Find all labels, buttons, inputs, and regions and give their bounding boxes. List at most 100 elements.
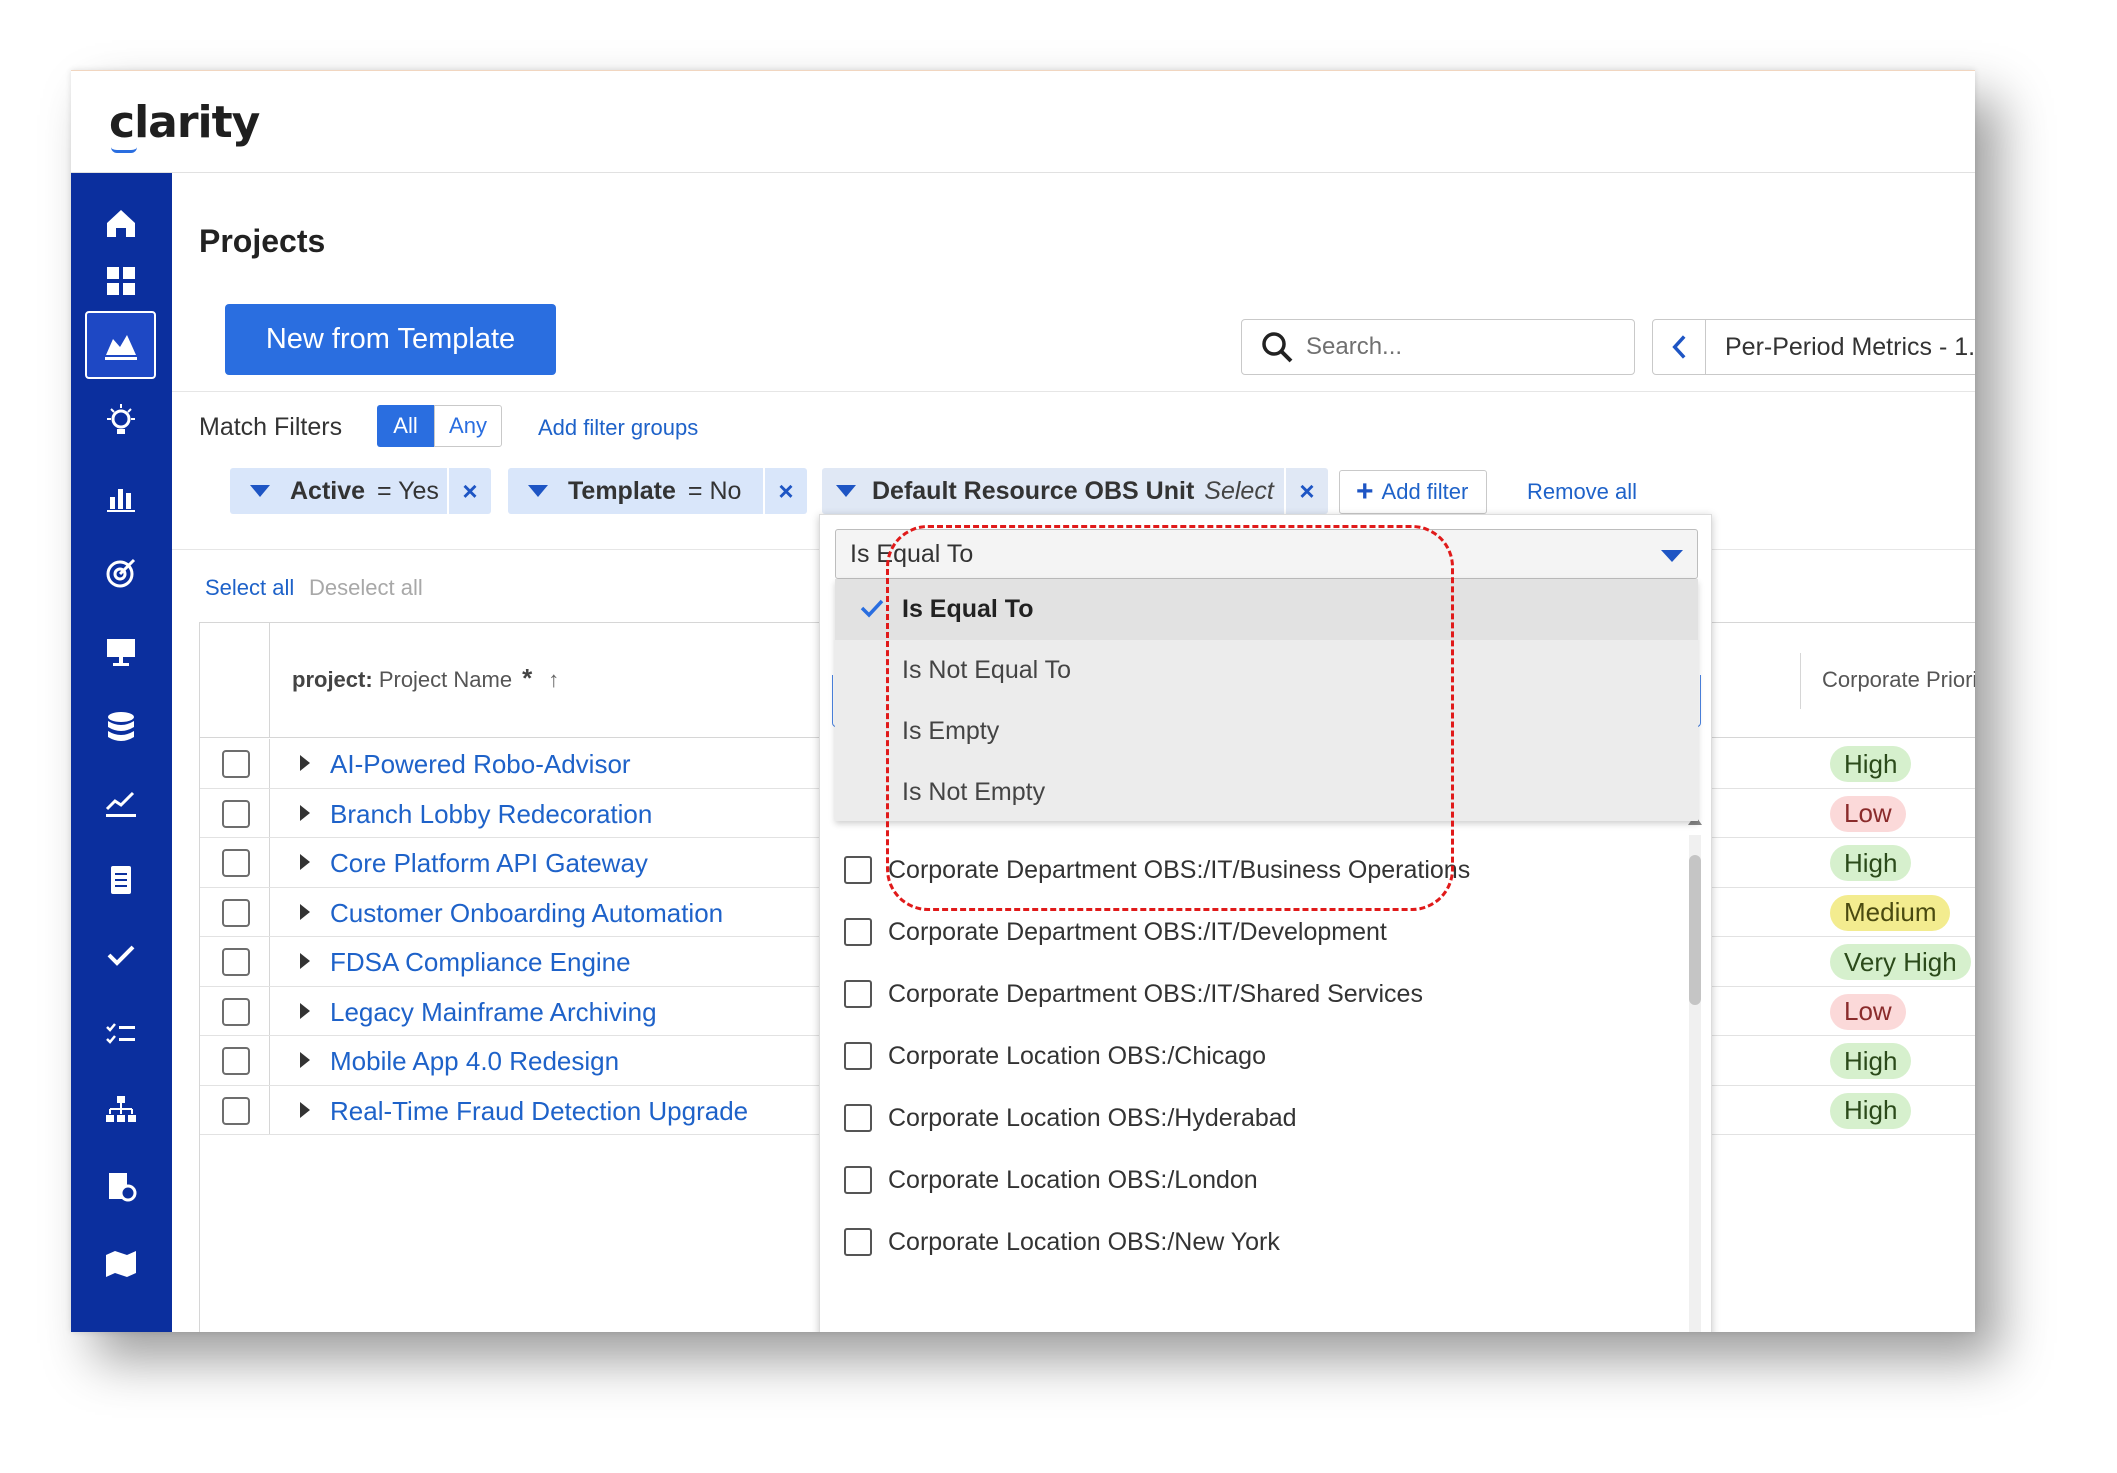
row-checkbox[interactable]: [222, 1096, 250, 1125]
obs-option[interactable]: Corporate Location OBS:/Chicago: [844, 1025, 1266, 1087]
operator-option-is-equal-to[interactable]: Is Equal To: [835, 579, 1698, 640]
option-checkbox[interactable]: [844, 1104, 872, 1132]
expand-icon[interactable]: [300, 854, 310, 870]
obs-option[interactable]: Corporate Department OBS:/IT/Shared Serv…: [844, 963, 1423, 1025]
option-checkbox[interactable]: [844, 1166, 872, 1194]
column-header-project-name[interactable]: project: Project Name * ↑: [292, 663, 559, 694]
column-prefix: project:: [292, 667, 373, 692]
chevron-down-icon[interactable]: [1661, 550, 1683, 562]
operator-select[interactable]: Is Equal To: [835, 529, 1698, 579]
chevron-left-icon: [1672, 335, 1686, 359]
add-filter-button[interactable]: + Add filter: [1339, 470, 1487, 514]
expand-icon[interactable]: [300, 1101, 310, 1118]
expand-icon[interactable]: [300, 1002, 310, 1019]
expand-icon[interactable]: [300, 1052, 310, 1068]
project-name-link[interactable]: FDSA Compliance Engine: [330, 947, 631, 978]
obs-option[interactable]: Corporate Location OBS:/Hyderabad: [844, 1087, 1297, 1149]
clarity-logo[interactable]: clarity: [109, 97, 260, 153]
dropdown-scrollbar[interactable]: [1689, 835, 1701, 1332]
close-icon[interactable]: ×: [763, 468, 807, 514]
priority-badge: High: [1830, 845, 1912, 881]
column-separator: [1800, 653, 1801, 709]
column-header-corporate-priority[interactable]: Corporate Priority: [1822, 667, 1975, 693]
chevron-down-icon[interactable]: [528, 485, 548, 497]
priority-badge: Low: [1830, 795, 1906, 832]
project-name-link[interactable]: Legacy Mainframe Archiving: [330, 997, 657, 1028]
row-checkbox[interactable]: [222, 948, 250, 976]
filter-name: Default Resource OBS Unit: [872, 476, 1195, 505]
row-checkbox[interactable]: [222, 799, 250, 828]
database-icon[interactable]: [85, 693, 156, 761]
filter-value: Select: [1204, 476, 1274, 505]
checkmark-icon[interactable]: [85, 921, 156, 989]
option-checkbox[interactable]: [844, 918, 872, 946]
row-checkbox[interactable]: [222, 1047, 250, 1075]
operator-option-is-not-empty[interactable]: Is Not Empty: [835, 762, 1698, 823]
project-name-link[interactable]: Real-Time Fraud Detection Upgrade: [330, 1096, 748, 1127]
match-all-toggle[interactable]: All: [377, 405, 434, 447]
project-name-link[interactable]: Customer Onboarding Automation: [330, 898, 723, 929]
sort-ascending-icon[interactable]: ↑: [548, 667, 559, 692]
view-prev-button[interactable]: [1652, 319, 1706, 375]
option-checkbox[interactable]: [844, 856, 872, 884]
filter-chip-obs-unit[interactable]: Default Resource OBS Unit Select ×: [822, 468, 1328, 514]
option-checkbox[interactable]: [844, 1228, 872, 1256]
reports-icon[interactable]: [85, 463, 156, 531]
close-icon[interactable]: ×: [1284, 468, 1328, 514]
clipboard-icon[interactable]: [85, 845, 156, 913]
filter-name: Active: [290, 476, 366, 505]
new-from-template-button[interactable]: New from Template: [225, 304, 556, 375]
option-checkbox[interactable]: [844, 980, 872, 1008]
scroll-thumb[interactable]: [1689, 855, 1701, 1005]
dashboard-icon[interactable]: [85, 247, 156, 315]
chevron-down-icon[interactable]: [836, 485, 856, 497]
expand-icon[interactable]: [300, 953, 310, 969]
row-checkbox[interactable]: [222, 849, 250, 877]
option-label: Corporate Location OBS:/Chicago: [888, 1041, 1266, 1070]
operator-label: Is Empty: [902, 717, 1000, 745]
required-star: *: [522, 663, 533, 693]
task-list-icon[interactable]: [85, 999, 156, 1067]
option-checkbox[interactable]: [844, 1042, 872, 1070]
add-filter-groups-link[interactable]: Add filter groups: [538, 415, 698, 441]
expand-icon[interactable]: [300, 903, 310, 920]
operator-option-is-empty[interactable]: Is Empty: [835, 701, 1698, 762]
page-title: Projects: [199, 223, 326, 259]
timesheet-icon[interactable]: [85, 1153, 156, 1221]
operator-option-is-not-equal-to[interactable]: Is Not Equal To: [835, 640, 1698, 701]
project-name-link[interactable]: Mobile App 4.0 Redesign: [330, 1046, 619, 1077]
search-icon: [1262, 332, 1293, 363]
hierarchy-icon[interactable]: [85, 1077, 156, 1145]
map-icon[interactable]: [85, 1229, 156, 1297]
row-checkbox[interactable]: [222, 750, 250, 778]
obs-option[interactable]: Corporate Location OBS:/London: [844, 1149, 1258, 1211]
project-name-link[interactable]: AI-Powered Robo-Advisor: [330, 749, 631, 780]
project-name-link[interactable]: Core Platform API Gateway: [330, 848, 648, 879]
obs-option[interactable]: Corporate Department OBS:/IT/Development: [844, 901, 1387, 963]
presentation-icon[interactable]: [85, 617, 156, 685]
idea-icon[interactable]: [85, 387, 156, 455]
project-name-link[interactable]: Branch Lobby Redecoration: [330, 799, 652, 830]
expand-icon[interactable]: [300, 804, 310, 821]
filter-chip-active[interactable]: Active = Yes ×: [230, 468, 491, 514]
option-label: Corporate Department OBS:/IT/Development: [888, 917, 1387, 946]
close-icon[interactable]: ×: [447, 468, 491, 514]
row-checkbox[interactable]: [222, 898, 250, 927]
trend-icon[interactable]: [85, 769, 156, 837]
remove-all-link[interactable]: Remove all: [1527, 479, 1637, 505]
match-any-toggle[interactable]: Any: [434, 405, 502, 447]
row-checkbox[interactable]: [222, 997, 250, 1026]
obs-option[interactable]: Corporate Department OBS:/IT/Business Op…: [844, 839, 1470, 901]
view-name[interactable]: Per-Period Metrics - 1.: [1705, 319, 1975, 375]
expand-icon[interactable]: [300, 755, 310, 771]
obs-option[interactable]: Corporate Location OBS:/New York: [844, 1211, 1280, 1273]
plus-icon: +: [1356, 475, 1374, 508]
chevron-down-icon[interactable]: [250, 485, 270, 497]
search-input[interactable]: Search...: [1241, 319, 1635, 375]
select-all-link[interactable]: Select all: [205, 575, 294, 601]
projects-icon[interactable]: [85, 311, 156, 379]
filter-chip-template[interactable]: Template = No ×: [508, 468, 807, 514]
sidebar: [71, 173, 172, 1332]
priority-badge: Low: [1830, 993, 1906, 1030]
goals-icon[interactable]: [85, 539, 156, 607]
